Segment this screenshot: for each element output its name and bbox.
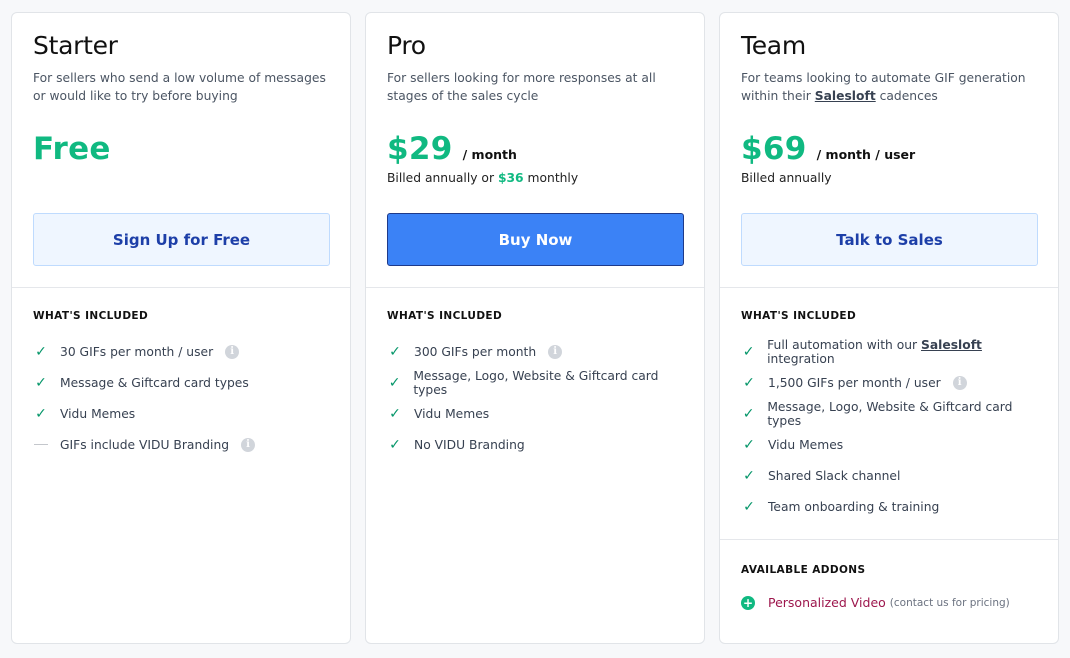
feature-text: Message, Logo, Website & Giftcard card t…: [413, 368, 659, 397]
addon-item: + Personalized Video (contact us for pri…: [741, 587, 1038, 618]
check-icon: ✓: [389, 436, 401, 453]
feature-item: ✓ Vidu Memes: [387, 398, 684, 429]
section-title: WHAT'S INCLUDED: [33, 310, 149, 322]
plan-description: For sellers who send a low volume of mes…: [33, 71, 326, 103]
plan-card-starter: Starter For sellers who send a low volum…: [11, 12, 351, 644]
feature-suffix: integration: [767, 351, 835, 366]
check-icon: ✓: [743, 374, 755, 391]
monthly-price: $36: [497, 171, 524, 185]
sign-up-free-button[interactable]: Sign Up for Free: [33, 213, 330, 266]
feature-item: ✓ 300 GIFs per month i: [387, 336, 684, 367]
addon-name[interactable]: Personalized Video: [768, 595, 886, 610]
feature-text: Vidu Memes: [60, 406, 136, 421]
features-section: WHAT'S INCLUDED ✓ Full automation with o…: [720, 288, 1058, 522]
price-row: Free: [33, 131, 111, 167]
feature-text: Message, Logo, Website & Giftcard card t…: [767, 399, 1013, 428]
plan-price: Free: [33, 131, 111, 167]
price-row: $69 / month / user: [741, 131, 915, 167]
feature-text: 1,500 GIFs per month / user: [768, 375, 941, 390]
feature-text: Shared Slack channel: [768, 468, 901, 483]
info-icon[interactable]: i: [952, 375, 967, 390]
plan-card-team: Team For teams looking to automate GIF g…: [719, 12, 1059, 644]
addons-section: AVAILABLE ADDONS + Personalized Video (c…: [720, 539, 1058, 618]
info-icon[interactable]: i: [241, 437, 256, 452]
features-section: WHAT'S INCLUDED ✓ 300 GIFs per month i ✓…: [366, 288, 704, 460]
feature-text: Message & Giftcard card types: [60, 375, 249, 390]
check-icon: ✓: [35, 374, 47, 391]
description-suffix: cadences: [875, 88, 938, 103]
plan-description: For sellers looking for more responses a…: [387, 71, 656, 103]
talk-to-sales-button[interactable]: Talk to Sales: [741, 213, 1038, 266]
feature-item: ✓ Team onboarding & training: [741, 491, 1038, 522]
plan-name: Pro: [387, 31, 426, 60]
check-icon: ✓: [389, 343, 401, 360]
check-icon: ✓: [743, 467, 755, 484]
feature-item: ✓ Vidu Memes: [741, 429, 1038, 460]
billing-note: Billed annually or $36 monthly: [387, 171, 578, 185]
plan-name: Team: [741, 31, 806, 60]
feature-text: Team onboarding & training: [768, 499, 940, 514]
feature-text: No VIDU Branding: [414, 437, 525, 452]
check-icon: ✓: [742, 405, 755, 422]
price-period: / month / user: [816, 147, 916, 162]
feature-prefix: Full automation with our: [767, 337, 922, 352]
price-period: / month: [462, 147, 517, 162]
feature-item: ✓ Vidu Memes: [33, 398, 330, 429]
feature-item: ✓ 1,500 GIFs per month / user i: [741, 367, 1038, 398]
check-icon: ✓: [388, 374, 401, 391]
plan-header: Starter For sellers who send a low volum…: [12, 13, 350, 288]
check-icon: ✓: [35, 405, 47, 422]
info-icon[interactable]: i: [548, 344, 563, 359]
feature-text: Full automation with our Salesloft integ…: [767, 338, 1038, 366]
section-title: WHAT'S INCLUDED: [387, 310, 503, 322]
feature-item: ✓ No VIDU Branding: [387, 429, 684, 460]
feature-text: Vidu Memes: [414, 406, 490, 421]
features-section: WHAT'S INCLUDED ✓ 30 GIFs per month / us…: [12, 288, 350, 460]
feature-item: ✓ Message, Logo, Website & Giftcard card…: [741, 398, 1038, 429]
plan-name: Starter: [33, 31, 118, 60]
feature-item: ✓ 30 GIFs per month / user i: [33, 336, 330, 367]
billing-note: Billed annually: [741, 171, 832, 185]
plan-price: $29: [387, 131, 453, 167]
info-icon[interactable]: i: [225, 344, 240, 359]
dash-icon: [34, 444, 48, 445]
buy-now-button[interactable]: Buy Now: [387, 213, 684, 266]
salesloft-link[interactable]: Salesloft: [921, 338, 982, 352]
plus-circle-icon: +: [741, 595, 755, 610]
feature-text: 300 GIFs per month: [414, 344, 537, 359]
check-icon: ✓: [743, 498, 755, 515]
plan-header: Pro For sellers looking for more respons…: [366, 13, 704, 288]
feature-item: ✓ Shared Slack channel: [741, 460, 1038, 491]
plan-card-pro: Pro For sellers looking for more respons…: [365, 12, 705, 644]
feature-text: 30 GIFs per month / user: [60, 344, 214, 359]
check-icon: ✓: [389, 405, 401, 422]
section-title: WHAT'S INCLUDED: [741, 310, 857, 322]
price-row: $29 / month: [387, 131, 517, 167]
feature-text: Vidu Memes: [768, 437, 844, 452]
check-icon: ✓: [742, 343, 755, 360]
section-title: AVAILABLE ADDONS: [741, 564, 866, 576]
feature-item: ✓ Message, Logo, Website & Giftcard card…: [387, 367, 684, 398]
feature-text: GIFs include VIDU Branding: [60, 437, 230, 452]
billing-suffix: monthly: [523, 171, 579, 185]
check-icon: ✓: [35, 343, 47, 360]
addon-note: (contact us for pricing): [889, 596, 1010, 609]
feature-item: ✓ Message & Giftcard card types: [33, 367, 330, 398]
plan-header: Team For teams looking to automate GIF g…: [720, 13, 1058, 288]
plan-description: For teams looking to automate GIF genera…: [741, 70, 1040, 105]
check-icon: ✓: [743, 436, 755, 453]
feature-item: ✓ Full automation with our Salesloft int…: [741, 336, 1038, 367]
feature-item: GIFs include VIDU Branding i: [33, 429, 330, 460]
billing-prefix: Billed annually or: [387, 171, 498, 185]
plan-price: $69: [741, 131, 807, 167]
salesloft-link[interactable]: Salesloft: [815, 89, 876, 103]
